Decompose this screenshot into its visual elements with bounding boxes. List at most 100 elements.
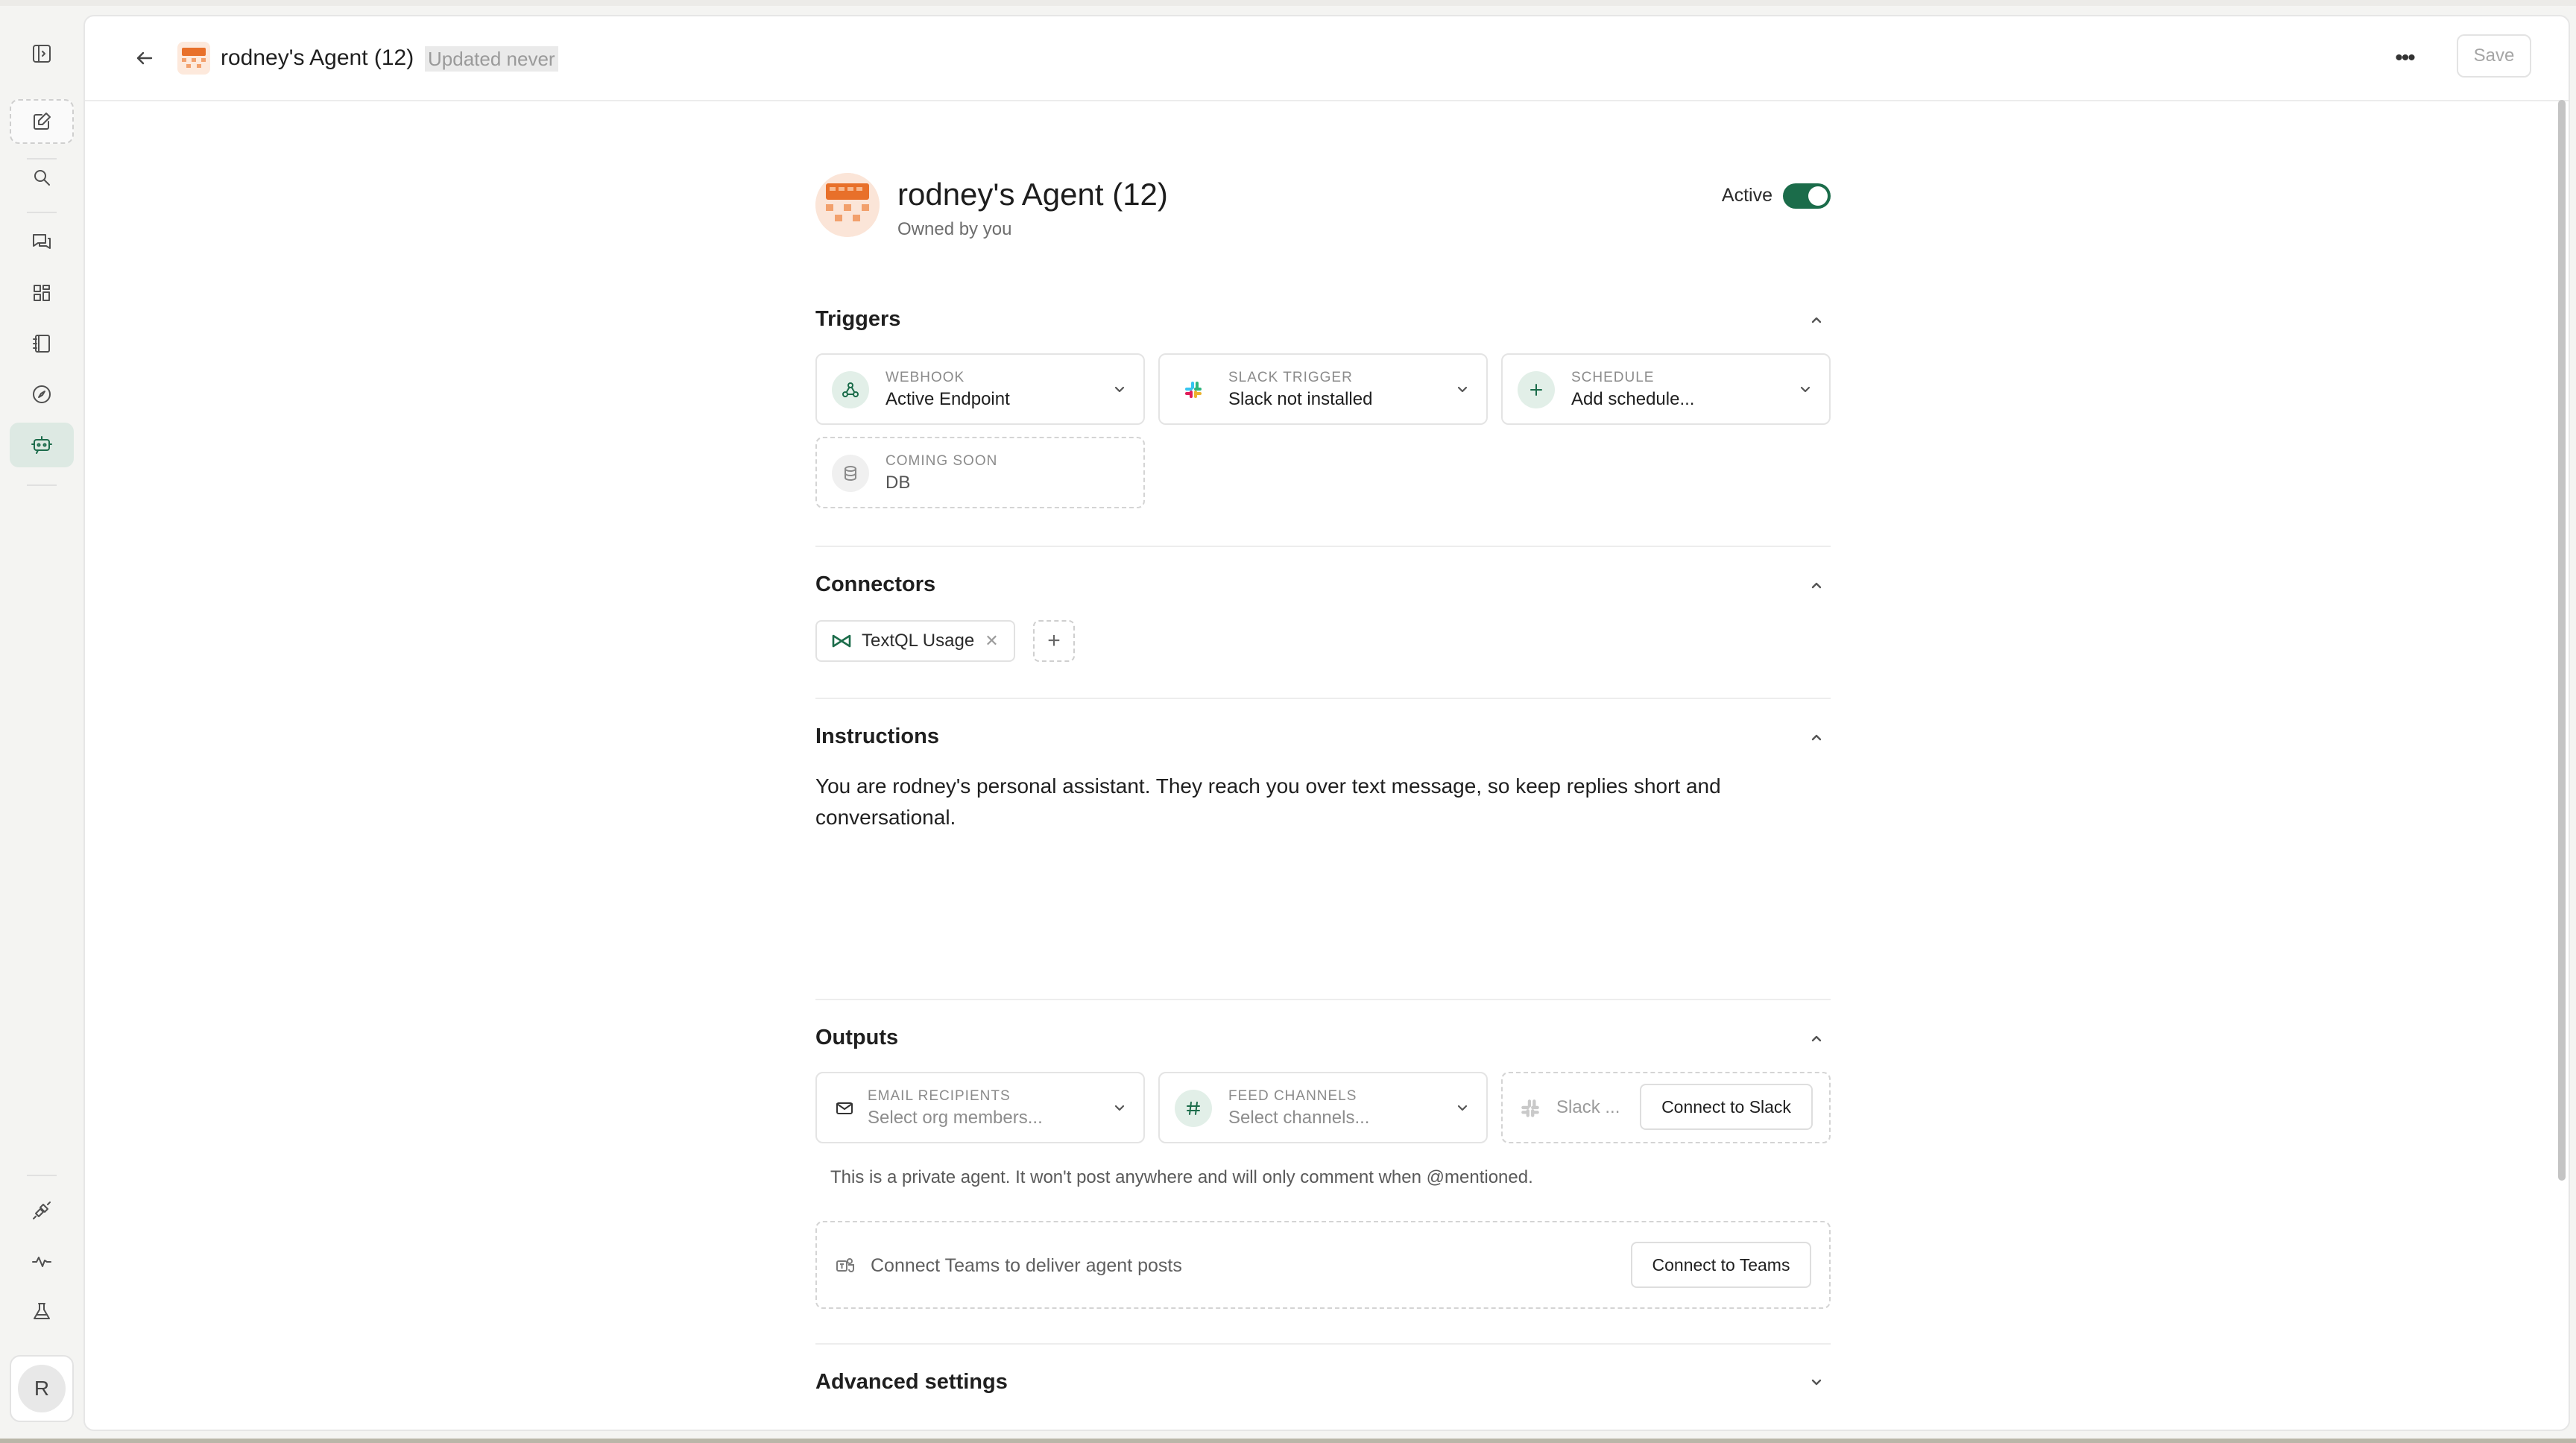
add-connector-button[interactable]: + <box>1033 620 1075 662</box>
chats-button[interactable] <box>10 219 74 264</box>
triggers-section-title: Triggers <box>815 307 901 331</box>
card-label: COMING SOON <box>886 453 998 469</box>
slack-output-label: Slack ... <box>1556 1097 1620 1117</box>
connector-chip[interactable]: TextQL Usage ✕ <box>815 620 1015 662</box>
agent-heading: rodney's Agent (12) Owned by you Active <box>815 173 1831 247</box>
chevron-down-icon <box>1111 1099 1128 1117</box>
chevron-up-icon <box>1811 582 1822 589</box>
explore-icon <box>33 385 51 403</box>
more-options-button[interactable]: ••• <box>2390 43 2419 73</box>
plus-icon <box>1518 371 1555 408</box>
chevron-down-icon <box>1453 1099 1471 1117</box>
teams-connect-text: Connect Teams to deliver agent posts <box>871 1255 1182 1276</box>
chevron-down-icon <box>1111 380 1128 398</box>
triggers-collapse-button[interactable] <box>1807 310 1826 329</box>
outputs-section-title: Outputs <box>815 1026 899 1049</box>
email-recipients-select[interactable]: EMAIL RECIPIENTS Select org members... <box>815 1072 1145 1143</box>
agents-button[interactable] <box>10 423 74 467</box>
instructions-textarea[interactable]: You are rodney's personal assistant. The… <box>815 771 1831 833</box>
connectors-section-title: Connectors <box>815 572 936 596</box>
card-label: EMAIL RECIPIENTS <box>868 1088 1011 1104</box>
save-button[interactable]: Save <box>2457 34 2531 78</box>
dashboards-button[interactable] <box>10 271 74 315</box>
close-icon[interactable]: ✕ <box>985 631 998 651</box>
teams-icon <box>836 1258 854 1272</box>
lab-icon <box>34 1303 50 1319</box>
connect-teams-button[interactable]: Connect to Teams <box>1631 1242 1811 1288</box>
back-button[interactable] <box>130 43 160 73</box>
sidebar-toggle-button[interactable] <box>10 31 74 76</box>
textql-logo-icon <box>832 634 851 648</box>
section-divider <box>815 999 1831 1000</box>
avatar: R <box>18 1365 66 1412</box>
db-trigger-card: COMING SOON DB <box>815 437 1145 508</box>
advanced-settings-title[interactable]: Advanced settings <box>815 1370 1008 1395</box>
agents-icon <box>31 436 52 454</box>
agent-avatar-icon <box>815 173 880 237</box>
vertical-scrollbar[interactable] <box>2558 100 2566 1181</box>
slack-output-card: Slack ... Connect to Slack <box>1501 1072 1831 1143</box>
database-icon <box>832 455 869 492</box>
main-panel: rodney's Agent (12) Updated never ••• Sa… <box>83 15 2570 1431</box>
agent-name: rodney's Agent (12) <box>897 177 1168 212</box>
window-bottom-strip <box>0 1439 2576 1443</box>
outputs-collapse-button[interactable] <box>1807 1029 1826 1048</box>
page-title: rodney's Agent (12) <box>221 45 414 70</box>
card-label: SLACK TRIGGER <box>1228 370 1353 385</box>
card-placeholder: Select org members... <box>868 1108 1043 1128</box>
section-divider <box>815 1343 1831 1345</box>
chats-icon <box>33 234 51 249</box>
section-divider <box>815 546 1831 547</box>
hashtag-icon <box>1175 1090 1212 1127</box>
card-label: WEBHOOK <box>886 370 965 385</box>
teams-connect-box: Connect Teams to deliver agent posts Con… <box>815 1221 1831 1309</box>
card-label: FEED CHANNELS <box>1228 1088 1357 1104</box>
chevron-down-icon <box>1811 1379 1822 1386</box>
instructions-section-title: Instructions <box>815 724 939 748</box>
card-value: Active Endpoint <box>886 389 1010 409</box>
activity-icon <box>32 1257 51 1267</box>
schedule-trigger-card[interactable]: SCHEDULE Add schedule... <box>1501 353 1831 425</box>
updated-status: Updated never <box>425 46 558 72</box>
new-chat-icon <box>34 113 51 130</box>
rail-divider <box>27 484 57 486</box>
mail-icon <box>826 1090 863 1127</box>
search-icon <box>34 170 50 186</box>
lab-button[interactable] <box>10 1289 74 1334</box>
rail-divider <box>27 212 57 213</box>
card-value: Add schedule... <box>1571 389 1695 409</box>
advanced-settings-expand-button[interactable] <box>1807 1373 1826 1392</box>
section-divider <box>815 698 1831 699</box>
user-avatar-button[interactable]: R <box>10 1355 74 1422</box>
slack-icon <box>1521 1099 1539 1117</box>
connector-chip-label: TextQL Usage <box>862 631 975 651</box>
chevron-down-icon <box>1796 380 1814 398</box>
card-placeholder: Select channels... <box>1228 1108 1370 1128</box>
private-agent-note: This is a private agent. It won't post a… <box>830 1167 1533 1187</box>
chevron-up-icon <box>1811 734 1822 741</box>
new-chat-button[interactable] <box>10 99 74 144</box>
chevron-up-icon <box>1811 1035 1822 1042</box>
activity-button[interactable] <box>10 1239 74 1283</box>
connect-slack-button[interactable]: Connect to Slack <box>1640 1084 1813 1130</box>
slack-icon <box>1175 371 1212 408</box>
chevron-down-icon <box>1453 380 1471 398</box>
agent-owner: Owned by you <box>897 219 1012 239</box>
chevron-up-icon <box>1811 317 1822 323</box>
connectors-collapse-button[interactable] <box>1807 575 1826 595</box>
search-button[interactable] <box>10 155 74 200</box>
feed-channels-select[interactable]: FEED CHANNELS Select channels... <box>1158 1072 1488 1143</box>
sidebar-toggle-icon <box>33 45 51 63</box>
explore-button[interactable] <box>10 372 74 417</box>
connectors-button[interactable] <box>10 1188 74 1233</box>
notebooks-button[interactable] <box>10 321 74 366</box>
dashboards-icon <box>34 285 50 301</box>
agent-logo-icon <box>177 42 210 75</box>
webhook-icon <box>832 371 869 408</box>
webhook-trigger-card[interactable]: WEBHOOK Active Endpoint <box>815 353 1145 425</box>
card-label: SCHEDULE <box>1571 370 1655 385</box>
instructions-collapse-button[interactable] <box>1807 727 1826 747</box>
slack-trigger-card[interactable]: SLACK TRIGGER Slack not installed <box>1158 353 1488 425</box>
page-header: rodney's Agent (12) Updated never ••• Sa… <box>85 16 2569 101</box>
active-toggle[interactable] <box>1783 183 1831 209</box>
